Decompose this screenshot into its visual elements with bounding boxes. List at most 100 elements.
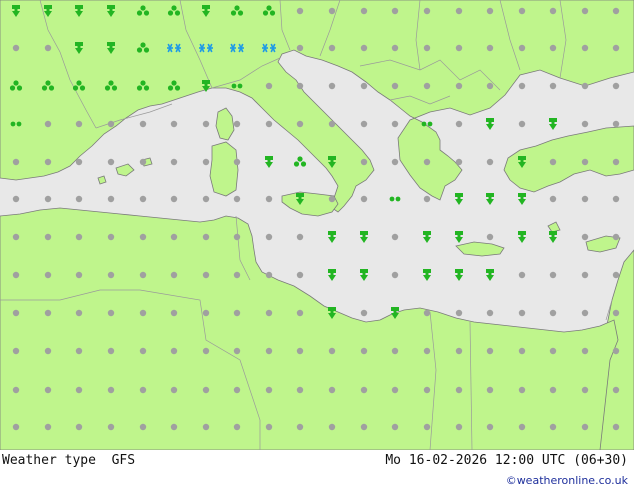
dry-dot-icon (44, 158, 52, 166)
dry-dot-icon (612, 233, 620, 241)
dry-dot-icon (612, 44, 620, 52)
dry-dot-icon (75, 309, 83, 317)
dry-dot-icon (455, 423, 463, 431)
dry-dot-icon (423, 7, 431, 15)
dry-dot-icon (296, 120, 304, 128)
dry-dot-icon (455, 347, 463, 355)
dry-dot-icon (12, 386, 20, 394)
dry-dot-icon (233, 309, 241, 317)
dry-dot-icon (170, 195, 178, 203)
dry-dot-icon (581, 82, 589, 90)
dry-dot-icon (549, 82, 557, 90)
dry-dot-icon (518, 423, 526, 431)
dry-dot-icon (107, 423, 115, 431)
dry-dot-icon (581, 7, 589, 15)
dry-dot-icon (581, 347, 589, 355)
dry-dot-icon (265, 423, 273, 431)
dry-dot-icon (170, 386, 178, 394)
dry-dot-icon (75, 195, 83, 203)
dry-dot-icon (139, 386, 147, 394)
dry-dot-icon (170, 423, 178, 431)
dry-dot-icon (265, 309, 273, 317)
dry-dot-icon (391, 386, 399, 394)
dry-dot-icon (486, 7, 494, 15)
dry-dot-icon (328, 347, 336, 355)
dry-dot-icon (360, 195, 368, 203)
dry-dot-icon (581, 233, 589, 241)
dry-dot-icon (202, 195, 210, 203)
dry-dot-icon (360, 120, 368, 128)
dry-dot-icon (170, 120, 178, 128)
dry-dot-icon (44, 233, 52, 241)
dry-dot-icon (486, 44, 494, 52)
dry-dot-icon (328, 82, 336, 90)
dry-dot-icon (360, 309, 368, 317)
dry-dot-icon (75, 423, 83, 431)
dry-dot-icon (360, 82, 368, 90)
dry-dot-icon (44, 423, 52, 431)
dry-dot-icon (328, 44, 336, 52)
dry-dot-icon (75, 347, 83, 355)
dry-dot-icon (360, 7, 368, 15)
dry-dot-icon (549, 195, 557, 203)
dry-dot-icon (518, 82, 526, 90)
dry-dot-icon (612, 158, 620, 166)
dry-dot-icon (265, 120, 273, 128)
dry-dot-icon (202, 386, 210, 394)
dry-dot-icon (75, 120, 83, 128)
dry-dot-icon (202, 120, 210, 128)
dry-dot-icon (423, 82, 431, 90)
dry-dot-icon (107, 233, 115, 241)
dry-dot-icon (139, 158, 147, 166)
dry-dot-icon (549, 158, 557, 166)
dry-dot-icon (328, 7, 336, 15)
dry-dot-icon (581, 195, 589, 203)
dry-dot-icon (233, 347, 241, 355)
dry-dot-icon (612, 120, 620, 128)
dry-dot-icon (12, 347, 20, 355)
dry-dot-icon (296, 423, 304, 431)
valid-time: Mo 16-02-2026 12:00 UTC (06+30) (385, 453, 628, 468)
dry-dot-icon (518, 120, 526, 128)
dry-dot-icon (12, 423, 20, 431)
dry-dot-icon (455, 7, 463, 15)
dry-dot-icon (549, 271, 557, 279)
dry-dot-icon (202, 347, 210, 355)
sardinia-land (209, 141, 239, 197)
weather-map (0, 0, 634, 450)
dry-dot-icon (44, 271, 52, 279)
dry-dot-icon (233, 120, 241, 128)
dry-dot-icon (581, 158, 589, 166)
dry-dot-icon (455, 82, 463, 90)
dry-dot-icon (170, 347, 178, 355)
dry-dot-icon (139, 423, 147, 431)
dry-dot-icon (391, 120, 399, 128)
dry-dot-icon (328, 195, 336, 203)
dry-dot-icon (612, 386, 620, 394)
footer-bar: Weather type GFS Mo 16-02-2026 12:00 UTC… (0, 450, 634, 490)
dry-dot-icon (170, 271, 178, 279)
dry-dot-icon (170, 158, 178, 166)
dry-dot-icon (423, 347, 431, 355)
dry-dot-icon (296, 271, 304, 279)
dry-dot-icon (423, 309, 431, 317)
dry-dot-icon (233, 386, 241, 394)
dry-dot-icon (107, 195, 115, 203)
dry-dot-icon (360, 44, 368, 52)
dry-dot-icon (391, 7, 399, 15)
dry-dot-icon (518, 347, 526, 355)
dry-dot-icon (581, 386, 589, 394)
dry-dot-icon (233, 271, 241, 279)
dry-dot-icon (107, 347, 115, 355)
credit-link[interactable]: ©weatheronline.co.uk (506, 474, 628, 487)
dry-dot-icon (265, 386, 273, 394)
dry-dot-icon (423, 386, 431, 394)
dry-dot-icon (296, 44, 304, 52)
dry-dot-icon (328, 120, 336, 128)
dry-dot-icon (581, 120, 589, 128)
dry-dot-icon (233, 423, 241, 431)
dry-dot-icon (455, 44, 463, 52)
dry-dot-icon (139, 195, 147, 203)
dry-dot-icon (518, 7, 526, 15)
dry-dot-icon (486, 347, 494, 355)
